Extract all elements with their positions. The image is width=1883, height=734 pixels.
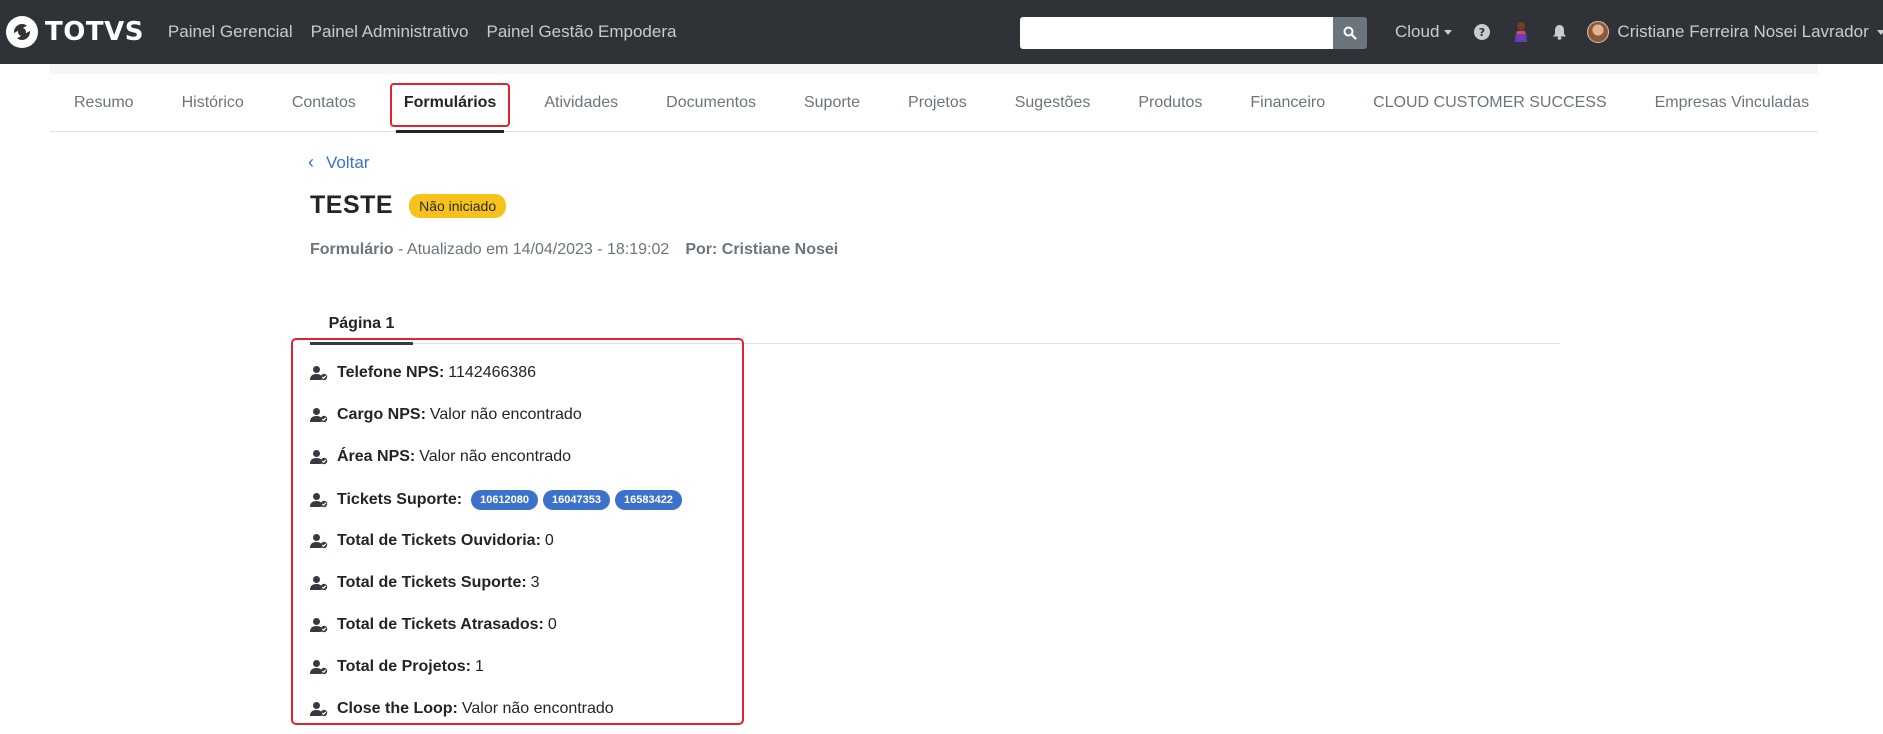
tab-historico[interactable]: Histórico xyxy=(158,74,268,132)
field-value: 1142466386 xyxy=(448,364,537,381)
user-check-icon xyxy=(310,366,328,381)
help-button[interactable]: ? xyxy=(1474,24,1491,40)
main-tabs: Resumo Histórico Contatos Formulários At… xyxy=(50,74,1818,133)
field-total-projetos: Total de Projetos: 1 xyxy=(310,658,484,676)
field-value: Valor não encontrado xyxy=(461,700,614,717)
cloud-label: Cloud xyxy=(1395,22,1440,41)
field-label: Close the Loop: xyxy=(337,700,458,717)
field-label: Total de Tickets Atrasados: xyxy=(337,616,544,633)
ticket-badge[interactable]: 16583422 xyxy=(614,490,682,510)
meta-updated: - Atualizado em 14/04/2023 - 18:19:02 xyxy=(393,241,670,258)
question-circle-icon: ? xyxy=(1474,24,1491,40)
search-input[interactable] xyxy=(1020,17,1333,49)
ticket-badge[interactable]: 10612080 xyxy=(471,490,539,510)
tab-produtos[interactable]: Produtos xyxy=(1114,74,1226,132)
field-value: 1 xyxy=(474,658,484,675)
field-label: Tickets Suporte: xyxy=(337,491,463,508)
field-value: 3 xyxy=(530,574,540,591)
field-label: Total de Tickets Suporte: xyxy=(337,574,527,591)
title-row: TESTE Não iniciado xyxy=(310,191,507,220)
ticket-badge[interactable]: 16047353 xyxy=(543,490,610,510)
cloud-dropdown[interactable]: Cloud xyxy=(1395,22,1453,42)
field-total-tickets-suporte: Total de Tickets Suporte: 3 xyxy=(310,574,540,592)
avatar xyxy=(1587,21,1610,43)
brand-name: TOTVS xyxy=(45,17,144,47)
search-group xyxy=(1020,17,1367,49)
person-figure-icon xyxy=(1515,22,1528,42)
field-label: Área NPS: xyxy=(337,448,416,465)
tab-documentos[interactable]: Documentos xyxy=(642,74,780,132)
tab-financeiro[interactable]: Financeiro xyxy=(1226,74,1349,132)
tab-empresas-vinculadas[interactable]: Empresas Vinculadas xyxy=(1631,74,1833,132)
tab-suporte[interactable]: Suporte xyxy=(780,74,884,132)
search-icon xyxy=(1343,26,1357,40)
svg-text:?: ? xyxy=(1479,26,1485,39)
totvs-logo-icon xyxy=(6,16,38,48)
tab-sugestoes[interactable]: Sugestões xyxy=(991,74,1115,132)
user-menu[interactable]: Cristiane Ferreira Nosei Lavrador xyxy=(1587,21,1883,43)
tab-atividades[interactable]: Atividades xyxy=(520,74,642,132)
tab-cloud-customer-success[interactable]: CLOUD CUSTOMER SUCCESS xyxy=(1349,74,1631,132)
nav-link-painel-gerencial[interactable]: Painel Gerencial xyxy=(168,22,293,42)
user-check-icon xyxy=(310,450,328,465)
search-button[interactable] xyxy=(1333,17,1367,49)
field-label: Cargo NPS: xyxy=(337,406,426,423)
user-check-icon xyxy=(310,702,328,717)
user-check-icon xyxy=(310,660,328,675)
tabs-top-band xyxy=(50,64,1818,74)
persona-button[interactable] xyxy=(1512,21,1530,43)
highlight-box xyxy=(389,82,511,127)
field-label: Total de Tickets Ouvidoria: xyxy=(337,532,541,549)
field-total-tickets-ouvidoria: Total de Tickets Ouvidoria: 0 xyxy=(310,532,554,550)
user-name: Cristiane Ferreira Nosei Lavrador xyxy=(1617,22,1869,41)
chevron-left-icon: ‹ xyxy=(308,152,314,172)
nav-link-painel-gestao-empodera[interactable]: Painel Gestão Empodera xyxy=(486,22,676,42)
nav-link-painel-administrativo[interactable]: Painel Administrativo xyxy=(311,22,469,42)
right-nav: Cloud ? Cristiane Ferreira Nosei Lavrado… xyxy=(1395,0,1883,64)
back-label: Voltar xyxy=(326,152,370,172)
form-meta: Formulário - Atualizado em 14/04/2023 - … xyxy=(310,241,838,259)
user-check-icon xyxy=(310,576,328,591)
nav-links: Painel Gerencial Painel Administrativo P… xyxy=(168,22,695,42)
back-link[interactable]: ‹ Voltar xyxy=(308,152,369,173)
field-value: 0 xyxy=(544,532,554,549)
caret-down-icon xyxy=(1876,29,1883,35)
field-total-tickets-atrasados: Total de Tickets Atrasados: 0 xyxy=(310,616,557,634)
user-check-icon xyxy=(310,618,328,633)
user-check-icon xyxy=(310,408,328,423)
field-area-nps: Área NPS: Valor não encontrado xyxy=(310,448,571,466)
field-cargo-nps: Cargo NPS: Valor não encontrado xyxy=(310,406,582,424)
field-telefone-nps: Telefone NPS: 1142466386 xyxy=(310,364,536,382)
user-check-icon xyxy=(310,534,328,549)
meta-type: Formulário xyxy=(310,241,394,258)
tab-formularios[interactable]: Formulários xyxy=(380,74,520,133)
field-value: Valor não encontrado xyxy=(419,448,572,465)
brand-logo[interactable]: TOTVS xyxy=(5,15,144,49)
field-close-the-loop: Close the Loop: Valor não encontrado xyxy=(310,700,614,718)
field-value: 0 xyxy=(547,616,557,633)
field-tickets-suporte: Tickets Suporte: 10612080 16047353 16583… xyxy=(310,490,682,510)
tab-contatos[interactable]: Contatos xyxy=(268,74,380,132)
field-label: Total de Projetos: xyxy=(337,658,471,675)
notifications-button[interactable] xyxy=(1552,24,1567,40)
tab-projetos[interactable]: Projetos xyxy=(884,74,991,132)
caret-down-icon xyxy=(1444,29,1453,35)
field-value: Valor não encontrado xyxy=(429,406,582,423)
status-badge: Não iniciado xyxy=(409,193,507,218)
tab-resumo[interactable]: Resumo xyxy=(50,74,158,132)
field-label: Telefone NPS: xyxy=(337,364,445,381)
page-title: TESTE xyxy=(310,191,394,219)
bell-icon xyxy=(1553,25,1567,40)
user-check-icon xyxy=(310,493,328,508)
top-navbar: TOTVS Painel Gerencial Painel Administra… xyxy=(0,0,1883,64)
meta-author: Por: Cristiane Nosei xyxy=(685,241,839,258)
